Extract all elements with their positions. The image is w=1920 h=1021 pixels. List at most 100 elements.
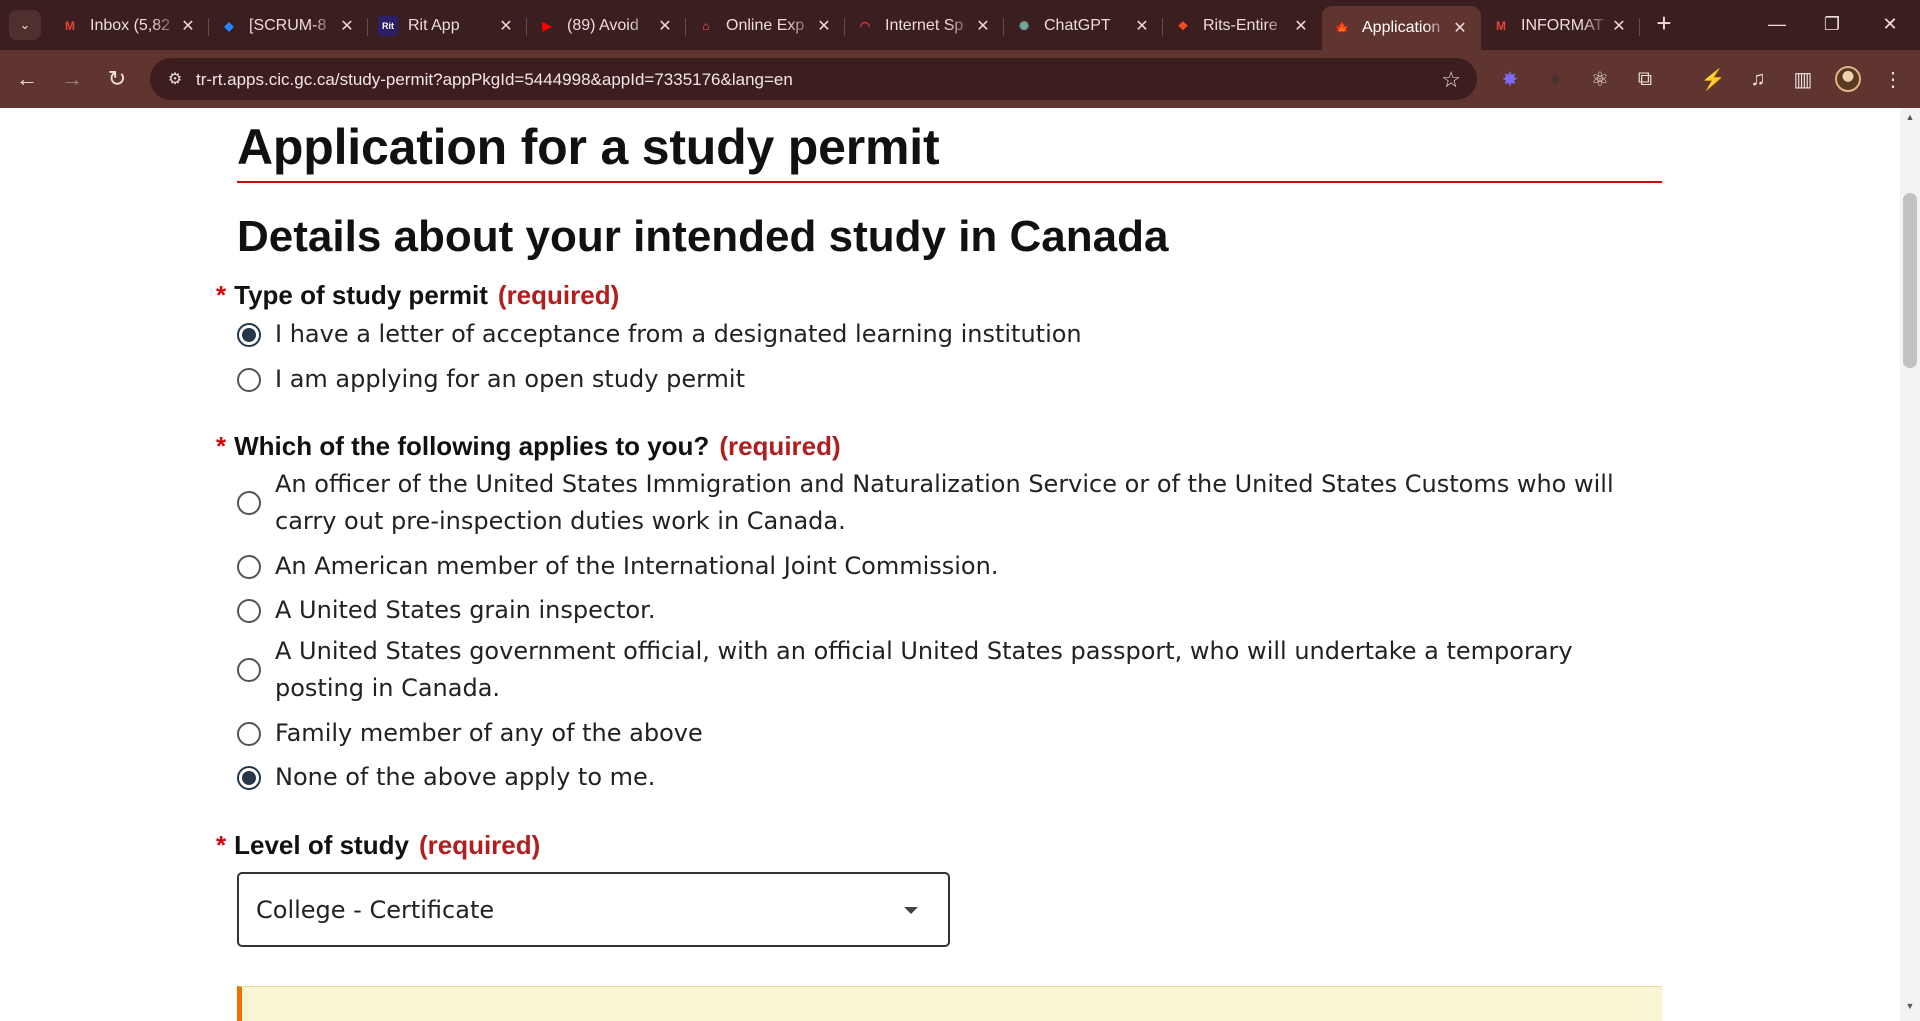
radio-label[interactable]: An American member of the International … (275, 548, 1635, 585)
close-tab-icon[interactable]: ✕ (338, 17, 356, 35)
radio-button[interactable] (237, 765, 261, 790)
close-icon: ✕ (1882, 13, 1898, 34)
figma-icon: ❖ (1177, 19, 1189, 33)
radio-option-us-government-official[interactable]: A United States government official, wit… (237, 633, 1635, 707)
performance-icon[interactable]: ⚡ (1698, 64, 1728, 94)
forward-button[interactable]: → (57, 64, 87, 94)
extension-dark-icon[interactable]: ● (1540, 64, 1570, 94)
tab-title[interactable]: Rits-Entire (1203, 17, 1292, 35)
radio-label[interactable]: I am applying for an open study permit (275, 361, 1635, 398)
close-tab-icon[interactable]: ✕ (1451, 19, 1469, 37)
minimize-button[interactable]: — (1755, 8, 1799, 40)
chevron-down-icon: ⌄ (19, 17, 31, 32)
study-permit-type-label: * Type of study permit (required) (216, 280, 619, 311)
radio-label[interactable]: A United States government official, wit… (275, 633, 1635, 707)
bookmark-star-icon[interactable]: ☆ (1441, 67, 1461, 93)
close-tab-icon[interactable]: ✕ (1292, 17, 1310, 35)
tab-title[interactable]: Application (1362, 19, 1451, 37)
question-text: Level of study (234, 830, 409, 860)
radio-option-us-officer[interactable]: An officer of the United States Immigrat… (237, 466, 1635, 540)
radio-button[interactable] (237, 658, 261, 682)
browser-tab[interactable]: ❖ Rits-Entire ✕ (1163, 6, 1322, 46)
browser-tab[interactable]: M Inbox (5,82 ✕ (50, 6, 209, 46)
tab-title[interactable]: [SCRUM-8 (249, 17, 338, 35)
tab-title[interactable]: (89) Avoid (567, 17, 656, 35)
browser-tab[interactable]: Rit Rit App ✕ (368, 6, 527, 46)
profile-avatar[interactable] (1835, 66, 1861, 92)
site-info-icon[interactable]: ⚙ (164, 68, 186, 90)
radio-label[interactable]: Family member of any of the above (275, 715, 1635, 752)
tab-search-button[interactable]: ⌄ (9, 10, 41, 40)
new-tab-button[interactable]: + (1650, 10, 1678, 38)
radio-button[interactable] (237, 554, 261, 579)
scrollbar-thumb[interactable] (1903, 193, 1917, 368)
scroll-down-arrow-icon[interactable]: ▼ (1900, 1001, 1920, 1017)
gmail-icon: M (1496, 19, 1506, 33)
page-viewport: Application for a study permit Details a… (0, 108, 1900, 1021)
browser-tab[interactable]: ▶ (89) Avoid ✕ (527, 6, 686, 46)
tab-title[interactable]: Internet Sp (885, 17, 974, 35)
close-tab-icon[interactable]: ✕ (815, 17, 833, 35)
tab-strip: ⌄ M Inbox (5,82 ✕ ◆ [SCRUM-8 ✕ Rit Rit App ✕ ▶ (89… (0, 0, 1920, 50)
tab-separator (1639, 18, 1640, 36)
required-tag: (required) (497, 280, 620, 310)
reload-icon: ↻ (107, 66, 127, 91)
side-panel-icon[interactable]: ▥ (1788, 64, 1818, 94)
restore-button[interactable]: ❐ (1810, 8, 1854, 40)
page-title: Application for a study permit (237, 119, 940, 175)
radio-label[interactable]: I have a letter of acceptance from a des… (275, 316, 1635, 353)
tab-title[interactable]: ChatGPT (1044, 17, 1133, 35)
radio-label[interactable]: A United States grain inspector. (275, 592, 1635, 629)
radio-option-family-member[interactable]: Family member of any of the above (237, 715, 1635, 752)
close-tab-icon[interactable]: ✕ (497, 17, 515, 35)
radio-label[interactable]: None of the above apply to me. (275, 759, 1635, 796)
tab-title[interactable]: Inbox (5,82 (90, 17, 179, 35)
caret-down-icon[interactable] (904, 907, 918, 914)
required-asterisk: * (216, 830, 227, 860)
tab-title[interactable]: INFORMAT (1521, 17, 1610, 35)
url-text[interactable]: tr-rt.apps.cic.gc.ca/study-permit?appPkg… (196, 70, 793, 90)
address-bar[interactable]: ⚙ tr-rt.apps.cic.gc.ca/study-permit?appP… (150, 58, 1477, 100)
browser-tab[interactable]: 🍁 Application ✕ (1322, 6, 1481, 50)
radio-option-open-permit[interactable]: I am applying for an open study permit (237, 361, 1635, 398)
close-tab-icon[interactable]: ✕ (974, 17, 992, 35)
chatgpt-icon: ✺ (1018, 19, 1030, 33)
radio-button[interactable] (237, 322, 261, 347)
scroll-up-arrow-icon[interactable]: ▲ (1900, 112, 1920, 128)
radio-option-grain-inspector[interactable]: A United States grain inspector. (237, 592, 1635, 629)
browser-tab[interactable]: ◠ Internet Sp ✕ (845, 6, 1004, 46)
puzzle-extensions-icon[interactable]: ⧉ (1630, 64, 1660, 94)
close-tab-icon[interactable]: ✕ (1610, 17, 1628, 35)
required-tag: (required) (719, 431, 841, 461)
radio-button[interactable] (237, 598, 261, 623)
reload-button[interactable]: ↻ (102, 64, 132, 94)
level-of-study-select[interactable]: College - Certificate (237, 872, 950, 947)
close-tab-icon[interactable]: ✕ (179, 17, 197, 35)
close-tab-icon[interactable]: ✕ (1133, 17, 1151, 35)
page-scrollbar[interactable]: ▲ ▼ (1900, 108, 1920, 1021)
radio-option-ijc-member[interactable]: An American member of the International … (237, 548, 1635, 585)
tab-title[interactable]: Rit App (408, 17, 497, 35)
close-window-button[interactable]: ✕ (1868, 8, 1912, 40)
media-controls-icon[interactable]: ♫ (1743, 64, 1773, 94)
radio-option-none-apply[interactable]: None of the above apply to me. (237, 759, 1635, 796)
radio-button[interactable] (237, 721, 261, 746)
applies-to-you-label: * Which of the following applies to you? (… (216, 431, 841, 462)
browser-tab[interactable]: ⌂ Online Exp ✕ (686, 6, 845, 46)
close-tab-icon[interactable]: ✕ (656, 17, 674, 35)
radio-button[interactable] (237, 491, 261, 515)
menu-kebab-icon[interactable]: ⋮ (1878, 64, 1908, 94)
select-value[interactable]: College - Certificate (256, 896, 494, 924)
radio-label[interactable]: An officer of the United States Immigrat… (275, 466, 1635, 540)
react-devtools-icon[interactable]: ⚛ (1585, 64, 1615, 94)
tab-title[interactable]: Online Exp (726, 17, 815, 35)
warning-alert-box (237, 986, 1662, 1021)
back-button[interactable]: ← (12, 64, 42, 94)
maple-leaf-icon: 🍁 (1334, 21, 1350, 35)
browser-tab[interactable]: ◆ [SCRUM-8 ✕ (209, 6, 368, 46)
browser-tab[interactable]: ✺ ChatGPT ✕ (1004, 6, 1163, 46)
radio-button[interactable] (237, 367, 261, 392)
radio-option-letter-of-acceptance[interactable]: I have a letter of acceptance from a des… (237, 316, 1635, 353)
extension-icon[interactable]: ✸ (1495, 64, 1525, 94)
browser-tab[interactable]: M INFORMAT ✕ (1481, 6, 1640, 46)
